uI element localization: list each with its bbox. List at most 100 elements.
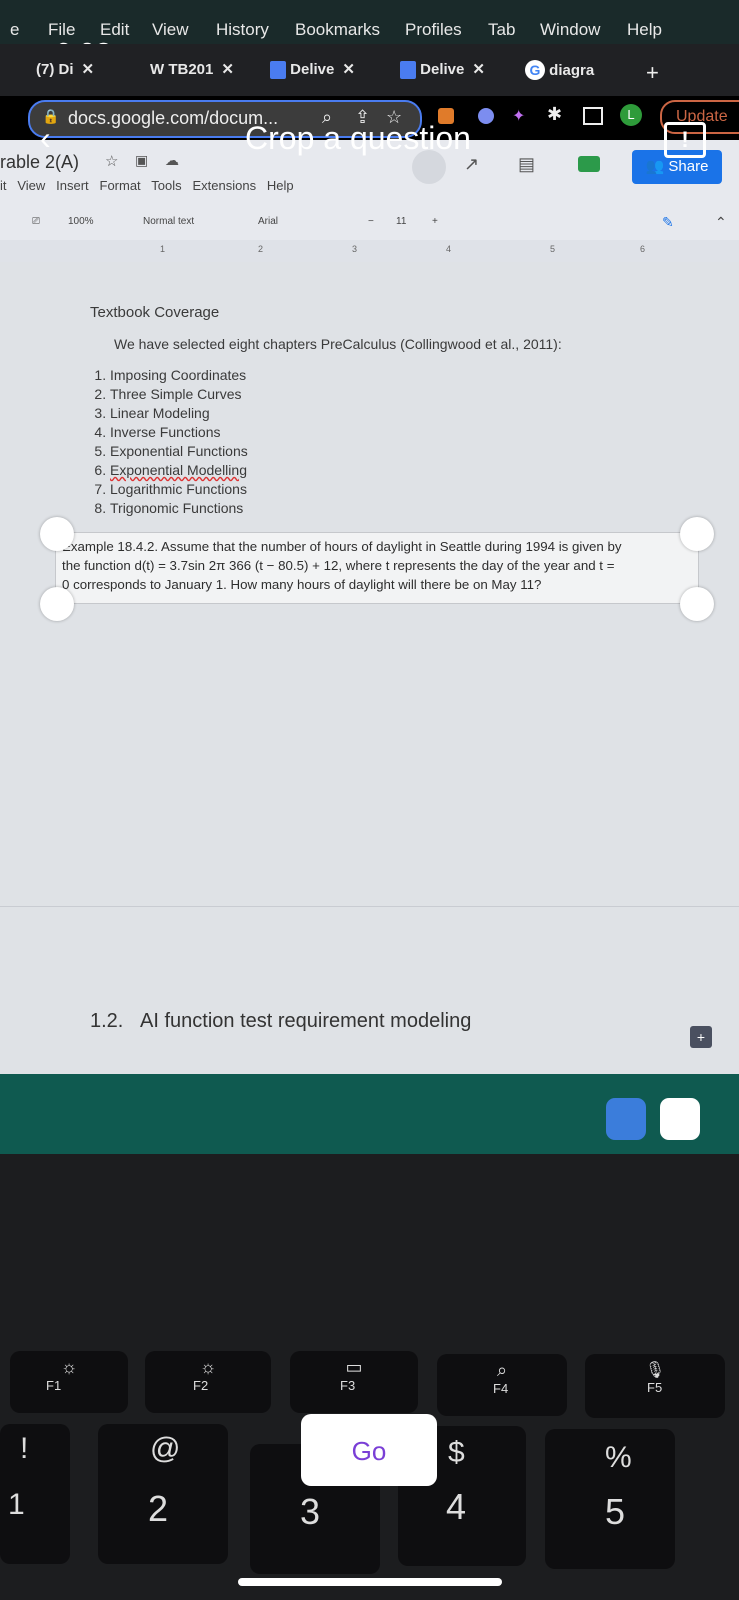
menu-tools[interactable]: Tools [151,178,181,193]
brightness-up-icon: ☼ [199,1357,217,1377]
font-size-field[interactable]: 11 [396,216,406,227]
menu-view[interactable]: View [17,178,45,193]
slack-icon[interactable] [660,1098,700,1140]
menu-item-view[interactable]: View [152,20,189,40]
add-comment-icon[interactable]: + [690,1026,712,1048]
collapse-chevron-icon[interactable]: ⌃ [715,214,727,231]
list-item: Exponential Modelling [110,461,248,480]
key-digit: 5 [605,1491,626,1532]
document-page[interactable]: Textbook Coverage We have selected eight… [0,262,739,1074]
list-item: Exponential Functions [110,442,248,461]
key-digit: 1 [8,1488,25,1521]
list-item: Imposing Coordinates [110,366,248,385]
back-chevron-icon[interactable]: ‹ [40,120,51,157]
feedback-icon[interactable]: ! [664,122,706,158]
increase-font-button[interactable]: + [432,216,438,227]
finder-icon[interactable] [606,1098,646,1140]
ruler-mark: 6 [640,244,646,254]
list-item: Inverse Functions [110,423,248,442]
crop-selection-box[interactable]: Example 18.4.2. Assume that the number o… [55,532,699,604]
example-line-1: Example 18.4.2. Assume that the number o… [62,539,622,554]
menu-item-tab[interactable]: Tab [488,20,515,40]
tab-tb201[interactable]: W TB201 ✕ [150,60,234,88]
extension-icon[interactable] [478,108,494,124]
page-break-divider [0,906,739,907]
crop-handle-bottom-right[interactable] [680,587,714,621]
people-icon: 👥 [645,158,665,175]
menu-item-edit[interactable]: Edit [100,20,129,40]
tab-close-icon[interactable]: ✕ [472,61,485,78]
key-label: F2 [193,1378,209,1393]
tab-close-icon[interactable]: ✕ [221,61,234,78]
comments-icon[interactable]: ▤ [518,154,535,175]
meet-icon[interactable] [578,156,600,172]
menu-extensions[interactable]: Extensions [192,178,256,193]
brightness-down-icon: ☼ [60,1357,78,1377]
google-icon: G [525,60,545,80]
tab-delive-active[interactable]: Delive ✕ [270,60,355,88]
crop-handle-bottom-left[interactable] [40,587,74,621]
chapter-list: Imposing Coordinates Three Simple Curves… [88,366,248,518]
tab-close-icon[interactable]: ✕ [82,61,95,78]
ruler-mark: 4 [446,244,452,254]
edit-mode-pencil-icon[interactable]: ✎ [662,214,674,231]
paint-format-icon[interactable]: ⎚ [32,216,40,227]
activity-chart-icon[interactable]: ↗ [464,154,479,175]
menu-item-bookmarks[interactable]: Bookmarks [295,20,380,40]
crop-handle-top-left[interactable] [40,517,74,551]
tab-discord[interactable]: (7) Di ✕ [36,60,94,88]
menu-insert[interactable]: Insert [56,178,89,193]
style-select[interactable]: Normal text [143,216,194,227]
menu-item-help[interactable]: Help [627,20,662,40]
font-select[interactable]: Arial [258,216,278,227]
ruler-mark: 2 [258,244,264,254]
browser-tabstrip [0,44,739,96]
tab-close-icon[interactable]: ✕ [342,61,355,78]
key-symbol: % [605,1441,632,1474]
profile-avatar[interactable]: L [620,104,642,126]
key-digit: 3 [300,1491,321,1532]
key-symbol: $ [448,1436,465,1469]
menu-item-file[interactable]: File [48,20,75,40]
new-tab-icon[interactable]: + [646,60,659,86]
star-icon[interactable]: ☆ [105,152,118,170]
key-label: F1 [46,1378,62,1393]
docs-toolbar: ⎚ 100% Normal text Arial − 11 + ✎ ⌃ [0,204,739,240]
go-button[interactable]: Go [301,1414,437,1486]
menu-help[interactable]: Help [267,178,294,193]
key-digit: 4 [446,1486,467,1527]
word-w-icon: W [150,61,169,78]
spotlight-icon: ⌕ [496,1360,508,1380]
docs-icon [270,61,286,80]
intro-paragraph: We have selected eight chapters PreCalcu… [114,336,562,352]
key-symbol: @ [150,1432,181,1465]
list-item: Logarithmic Functions [110,480,248,499]
move-folder-icon[interactable]: ▣ [135,152,148,169]
sidebar-toggle-icon[interactable] [583,107,603,125]
key-f4: ⌕ F4 [437,1354,567,1416]
tab-delive[interactable]: Delive ✕ [400,60,485,88]
list-item: Linear Modeling [110,404,248,423]
menu-edit[interactable]: it [0,178,7,193]
menu-item-window[interactable]: Window [540,20,600,40]
menu-item-history[interactable]: History [216,20,269,40]
decrease-font-button[interactable]: − [368,216,374,227]
cloud-status-icon: ☁ [165,152,179,168]
key-1: ! 1 [0,1424,70,1564]
list-item: Three Simple Curves [110,385,248,404]
key-symbol: ! [20,1432,29,1465]
menu-format[interactable]: Format [100,178,141,193]
menu-item-profiles[interactable]: Profiles [405,20,462,40]
zoom-select[interactable]: 100% [68,216,94,227]
menu-item-app[interactable]: e [10,20,19,40]
key-f2: ☼ F2 [145,1351,271,1413]
tab-diagram[interactable]: G diagra [525,60,594,88]
key-label: F4 [493,1381,509,1396]
extension-icon[interactable]: ✦ [512,106,525,126]
crop-handle-top-right[interactable] [680,517,714,551]
dock-area [0,1074,739,1154]
puzzle-icon[interactable]: ✱ [547,104,562,125]
home-indicator[interactable] [238,1578,502,1586]
key-label: F3 [340,1378,356,1393]
section-heading: Textbook Coverage [90,304,220,321]
